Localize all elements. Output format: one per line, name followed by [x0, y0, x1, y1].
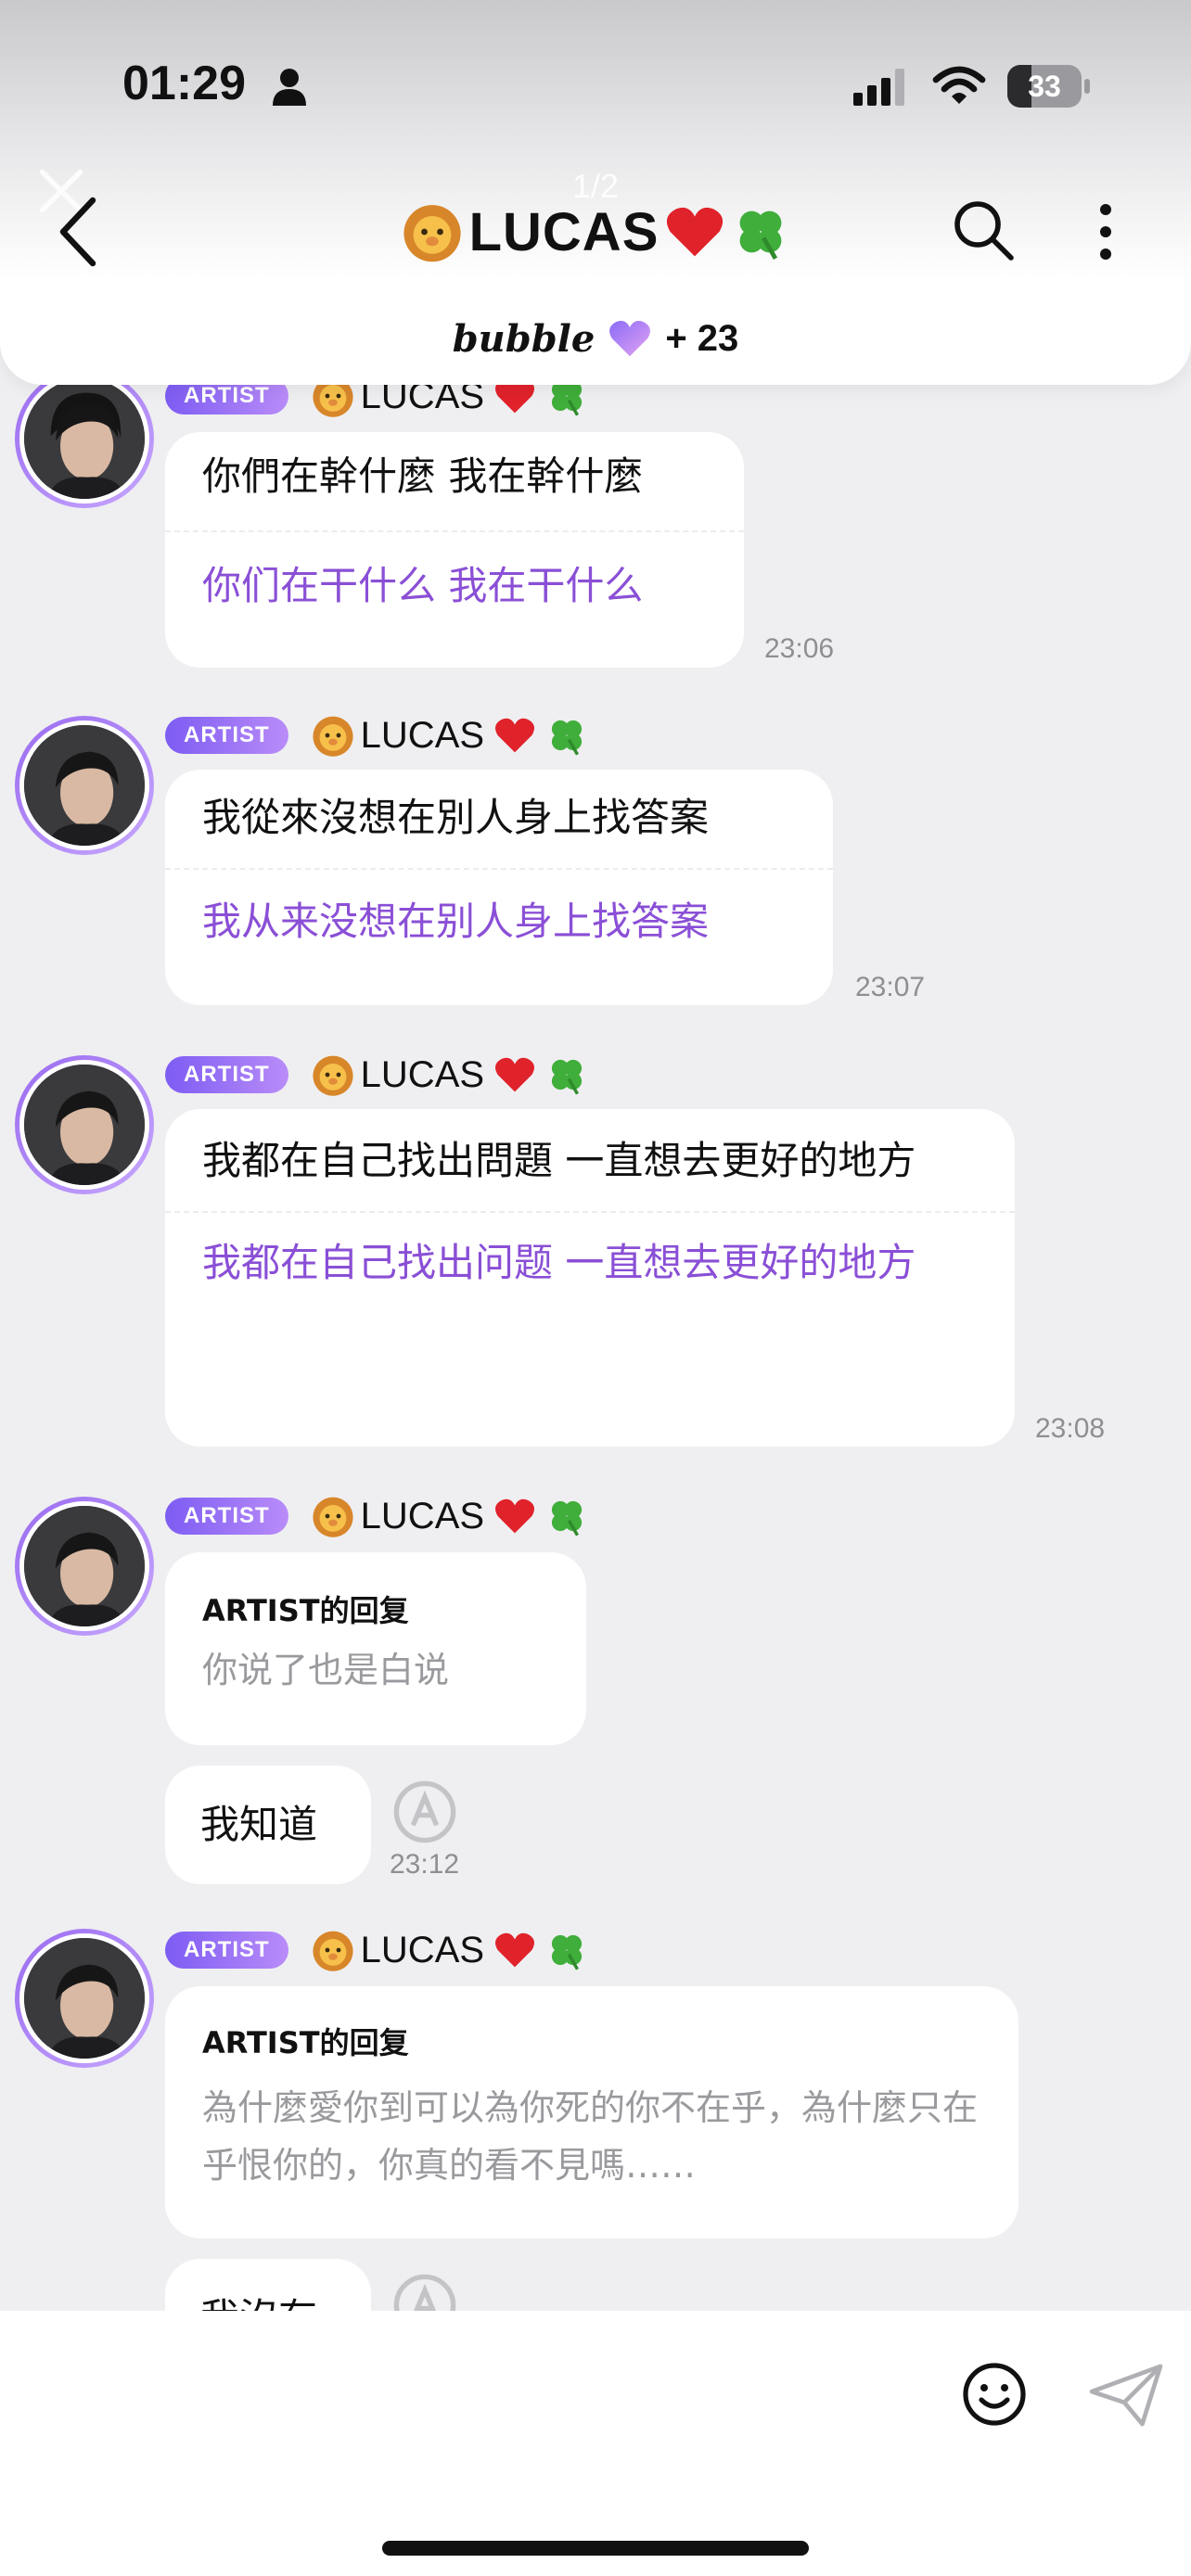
sender-row: ARTIST LUCAS — [165, 708, 588, 762]
chat-title-text: LUCAS — [468, 201, 660, 262]
search-icon[interactable] — [950, 197, 1017, 263]
lion-emoji-icon — [313, 1497, 353, 1537]
message-input[interactable] — [37, 2348, 1039, 2450]
avatar[interactable] — [15, 1055, 154, 1194]
lion-emoji-icon — [313, 716, 353, 757]
artist-badge: ARTIST — [165, 1932, 288, 1969]
reply-quote-title: ARTIST的回复 — [202, 2025, 409, 2060]
send-icon[interactable] — [1087, 2363, 1165, 2428]
cellular-signal-icon — [853, 69, 904, 106]
chat-screen: ARTIST LUCAS 你們在幹什麼 我在幹什麼 你们在干什么 我在干什么 2… — [0, 0, 1191, 2576]
message-bubble[interactable]: 我從來沒想在別人身上找答案 我从来没想在别人身上找答案 — [165, 770, 833, 1005]
avatar-photo — [24, 725, 145, 846]
clover-emoji-icon — [551, 1934, 583, 1970]
artist-badge: ARTIST — [165, 717, 288, 754]
avatar[interactable] — [15, 1497, 154, 1636]
clover-emoji-icon — [739, 210, 782, 260]
avatar[interactable] — [15, 369, 154, 508]
message-time: 23:12 — [390, 1849, 460, 1880]
home-indicator — [382, 2541, 809, 2556]
membership-count: + 23 — [665, 317, 739, 359]
clover-emoji-icon — [551, 1059, 583, 1095]
sender-name: LUCAS — [360, 1495, 485, 1537]
reply-quote-title: ARTIST的回复 — [202, 1593, 409, 1628]
message-bubble[interactable]: 你們在幹什麼 我在幹什麼 你们在干什么 我在干什么 — [165, 432, 744, 668]
avatar-photo — [24, 378, 145, 499]
avatar[interactable] — [15, 1929, 154, 2068]
message-time: 23:08 — [1035, 1413, 1106, 1444]
message-time: 23:06 — [764, 633, 835, 664]
message-translation-text: 我从来没想在别人身上找答案 — [202, 899, 710, 944]
message-time: 23:07 — [855, 972, 926, 1002]
red-heart-emoji-icon — [495, 1932, 535, 1968]
avatar-photo — [24, 1065, 145, 1185]
wifi-icon — [932, 66, 986, 104]
emoji-icon[interactable] — [961, 2361, 1028, 2428]
message-bubble[interactable]: 我都在自己找出問題 一直想去更好的地方 我都在自己找出问题 一直想去更好的地方 — [165, 1109, 1015, 1447]
artist-badge: ARTIST — [165, 1056, 288, 1093]
message-original-text: 我都在自己找出問題 一直想去更好的地方 — [202, 1138, 916, 1183]
message-translation-text: 你们在干什么 我在干什么 — [202, 563, 644, 608]
battery-percent: 33 — [1028, 70, 1061, 103]
sender-row: ARTIST LUCAS — [165, 1048, 588, 1102]
message-list[interactable]: ARTIST LUCAS 你們在幹什麼 我在幹什麼 你们在干什么 我在干什么 2… — [0, 0, 1191, 2576]
reply-answer-bubble[interactable]: 我知道 — [165, 1766, 371, 1884]
sender-row: ARTIST LUCAS — [165, 1923, 588, 1977]
clover-emoji-icon — [551, 720, 583, 756]
artist-badge: ARTIST — [165, 1498, 288, 1535]
bubble-brand-logo: bubble — [452, 316, 596, 361]
avatar[interactable] — [15, 716, 154, 855]
reply-answer-text: 我知道 — [200, 1802, 318, 1847]
red-heart-emoji-icon — [495, 1498, 535, 1534]
sender-name: LUCAS — [360, 1053, 485, 1095]
purple-heart-icon — [609, 321, 651, 357]
translation-divider — [165, 530, 744, 532]
status-time: 01:29 — [122, 57, 246, 110]
red-heart-emoji-icon — [495, 718, 535, 753]
battery-icon: 33 — [1007, 65, 1091, 108]
avatar-photo — [24, 1506, 145, 1626]
sender-name: LUCAS — [360, 714, 485, 756]
reply-quote-bubble[interactable]: ARTIST的回复 你说了也是白说 — [165, 1552, 586, 1745]
message-original-text: 你們在幹什麼 我在幹什麼 — [202, 453, 644, 499]
message-input-bar — [0, 2311, 1191, 2576]
reply-quote-bubble[interactable]: ARTIST的回复 為什麼愛你到可以為你死的你不在乎，為什麼只在乎恨你的，你真的… — [165, 1986, 1018, 2238]
lion-emoji-icon — [313, 1931, 353, 1971]
clover-emoji-icon — [551, 1500, 583, 1537]
translate-icon[interactable] — [391, 1779, 458, 1845]
message-original-text: 我從來沒想在別人身上找答案 — [202, 795, 710, 840]
message-translation-text: 我都在自己找出问题 一直想去更好的地方 — [202, 1240, 916, 1285]
lion-emoji-icon — [313, 1055, 353, 1096]
reply-quote-text: 為什麼愛你到可以為你死的你不在乎，為什麼只在乎恨你的，你真的看不見嗎…… — [202, 2087, 979, 2186]
chat-header: 01:29 33 1/2 LUCAS bubble + 23 — [0, 0, 1191, 385]
reply-quote-text: 你说了也是白说 — [202, 1650, 450, 1690]
red-heart-emoji-icon — [495, 1057, 535, 1092]
red-heart-emoji-icon — [667, 207, 724, 257]
translation-divider — [165, 868, 833, 870]
sender-name: LUCAS — [360, 1929, 485, 1970]
more-options-icon[interactable] — [1095, 202, 1117, 261]
avatar-photo — [24, 1938, 145, 2059]
translation-divider — [165, 1211, 1015, 1213]
sender-row: ARTIST LUCAS — [165, 1489, 588, 1543]
person-icon — [273, 69, 306, 106]
lion-emoji-icon — [403, 205, 461, 262]
membership-row[interactable]: bubble + 23 — [0, 311, 1191, 366]
